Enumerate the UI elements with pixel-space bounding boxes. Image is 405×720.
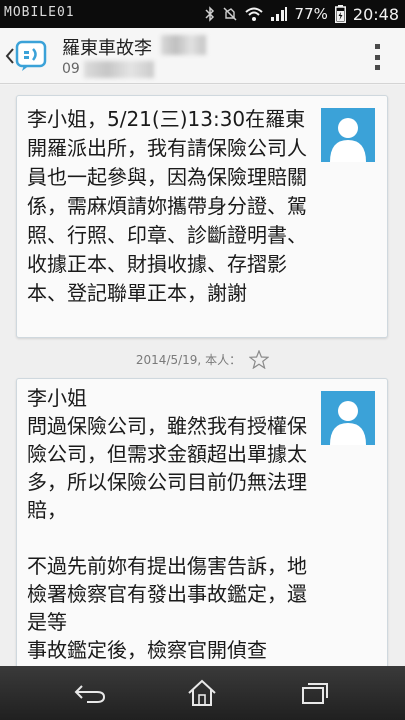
mute-icon	[222, 6, 238, 22]
recent-apps-icon[interactable]	[295, 676, 335, 710]
back-icon[interactable]	[70, 676, 110, 710]
message-text: 李小姐，5/21(三)13:30在羅東開羅派出所，我有請保險公司人員也一起參與，…	[27, 107, 307, 305]
contact-number[interactable]: 09	[62, 61, 80, 77]
navigation-bar	[0, 666, 405, 720]
overflow-dot	[375, 65, 380, 70]
message-bubble[interactable]: 李小姐 問過保險公司，雖然我有授權保險公司，但需求金額超出單據太多，所以保險公司…	[16, 378, 388, 666]
redacted-name	[161, 35, 206, 55]
overflow-menu-icon[interactable]	[375, 44, 381, 70]
overflow-dot	[375, 44, 380, 49]
home-icon[interactable]	[182, 676, 222, 710]
wifi-icon	[244, 6, 263, 22]
avatar-icon[interactable]	[321, 391, 375, 445]
message-timestamp: 2014/5/19, 本人：	[135, 352, 242, 367]
status-icons: 77% 20:48	[205, 4, 399, 24]
battery-icon	[334, 5, 346, 23]
messaging-app-icon[interactable]	[14, 39, 48, 73]
avatar-icon[interactable]	[321, 108, 375, 162]
bluetooth-icon	[205, 6, 215, 22]
signal-icon	[270, 6, 288, 22]
star-icon[interactable]	[249, 349, 270, 369]
watermark-text: MOBILE01	[4, 5, 75, 20]
conversation-header: 羅東車故李 09	[0, 28, 405, 84]
contact-name[interactable]: 羅東車故李	[62, 34, 152, 60]
battery-percent: 77%	[294, 5, 328, 23]
overflow-dot	[375, 54, 380, 60]
clock: 20:48	[352, 4, 399, 24]
redacted-number	[84, 61, 154, 78]
message-meta: 2014/5/19, 本人：	[0, 347, 405, 371]
message-bubble[interactable]: 李小姐，5/21(三)13:30在羅東開羅派出所，我有請保險公司人員也一起參與，…	[16, 95, 388, 338]
message-list[interactable]: 李小姐，5/21(三)13:30在羅東開羅派出所，我有請保險公司人員也一起參與，…	[0, 85, 405, 666]
status-bar: MOBILE01 77% 20:48	[0, 0, 405, 28]
message-text: 李小姐 問過保險公司，雖然我有授權保險公司，但需求金額超出單據太多，所以保險公司…	[27, 386, 307, 662]
